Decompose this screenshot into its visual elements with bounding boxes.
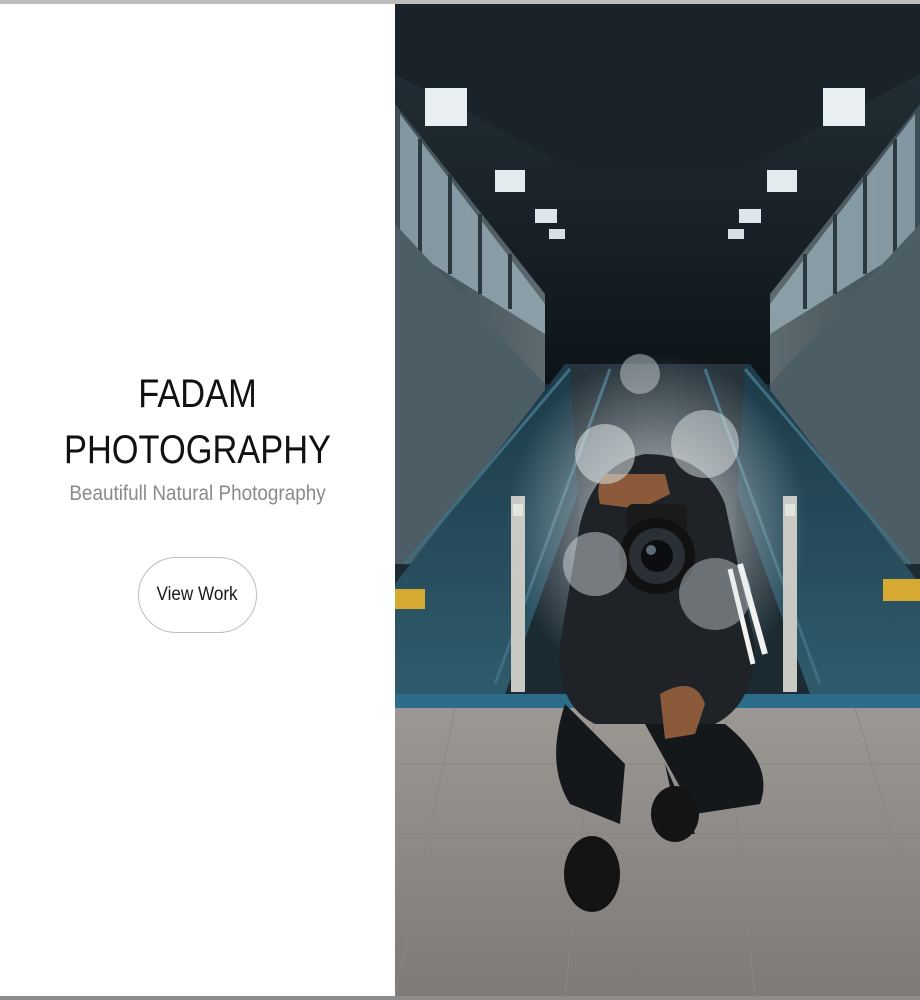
intro-panel: FADAM PHOTOGRAPHY Beautifull Natural Pho… [0,4,395,996]
site-title-line-2: PHOTOGRAPHY [64,428,331,472]
view-work-button[interactable]: View Work [138,557,257,633]
hero-photo [395,4,920,996]
bottom-border [0,996,920,1000]
view-work-label: View Work [156,584,239,605]
landing-page: FADAM PHOTOGRAPHY Beautifull Natural Pho… [0,0,920,1000]
site-tagline: Beautifull Natural Photography [69,482,326,505]
hero-photo-illustration [395,4,920,996]
site-title-line-1: FADAM [138,372,257,416]
